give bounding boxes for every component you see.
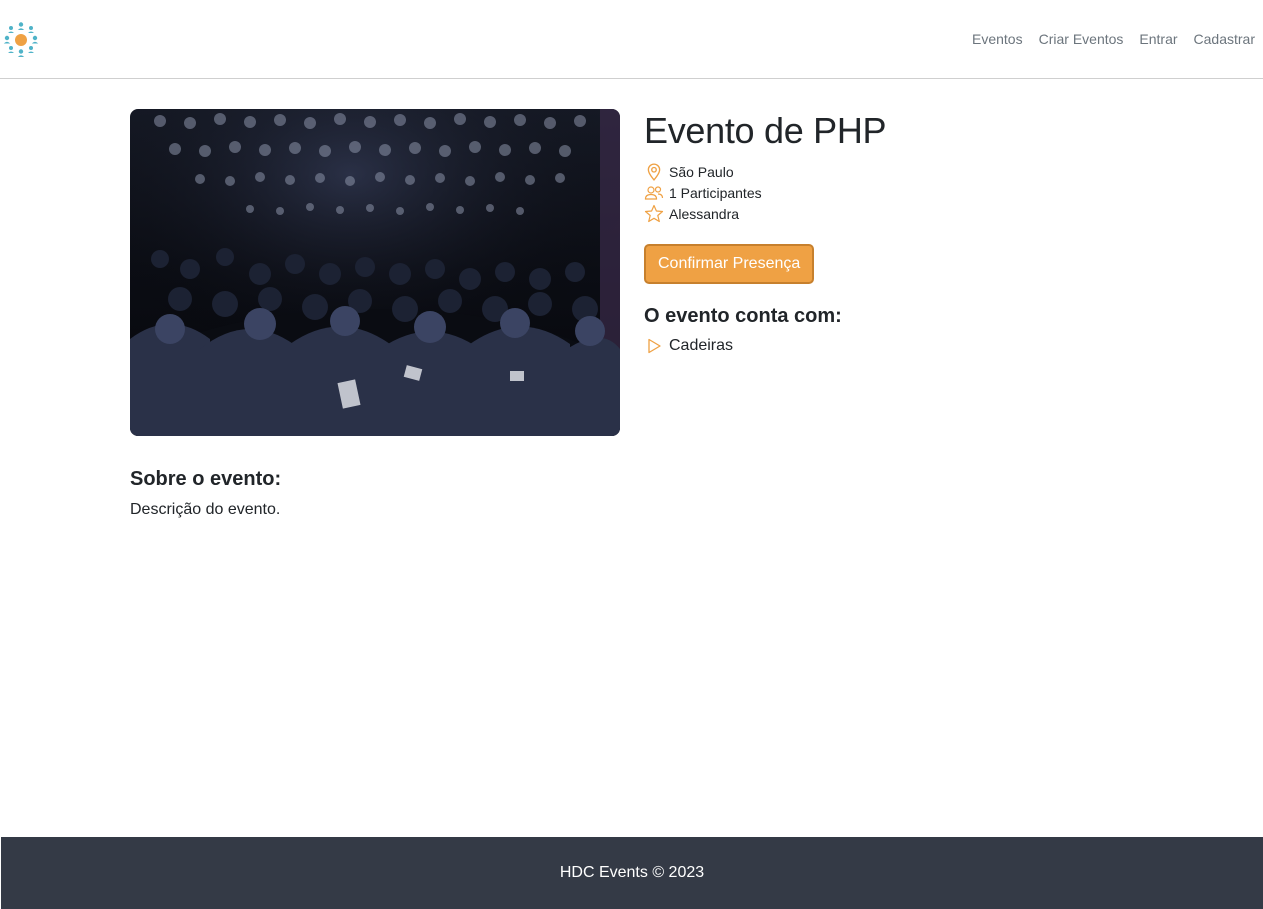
event-image [130,109,620,436]
footer-text: HDC Events © 2023 [559,864,705,881]
nav-link-eventos[interactable]: Eventos [972,31,1023,47]
about-title: Sobre o evento: [130,468,282,490]
event-meta: São Paulo 1 Participantes Alessandra [644,161,1204,224]
features-title: O evento conta com: [644,305,842,327]
location-pin-icon [644,162,664,182]
nav-link-entrar[interactable]: Entrar [1139,31,1177,47]
feature-item: Cadeiras [644,335,1204,357]
event-title: Evento de PHP [644,110,887,151]
event-owner-text: Alessandra [669,205,740,222]
star-icon [644,204,664,224]
people-icon [644,183,664,203]
event-info: Evento de PHP São Paulo 1 Participantes … [644,109,1204,357]
event-participants: 1 Participantes [644,182,1204,203]
confirm-presence-button[interactable]: Confirmar Presença [644,244,815,284]
nav-link-cadastrar[interactable]: Cadastrar [1194,31,1255,47]
event-owner: Alessandra [644,203,1204,224]
feature-item-label: Cadeiras [669,337,734,354]
nav-links: Eventos Criar Eventos Entrar Cadastrar [972,31,1255,47]
nav-link-criar-eventos[interactable]: Criar Eventos [1039,31,1124,47]
event-city-text: São Paulo [669,163,734,180]
logo-icon[interactable] [2,21,40,59]
about-description: Descrição do evento. [130,501,281,518]
footer: HDC Events © 2023 [1,837,1263,909]
play-triangle-icon [644,336,664,356]
about-section: Sobre o evento: Descrição do evento. [130,466,1030,520]
event-city: São Paulo [644,161,1204,182]
event-participants-text: 1 Participantes [669,184,762,201]
navbar: Eventos Criar Eventos Entrar Cadastrar [0,0,1263,79]
